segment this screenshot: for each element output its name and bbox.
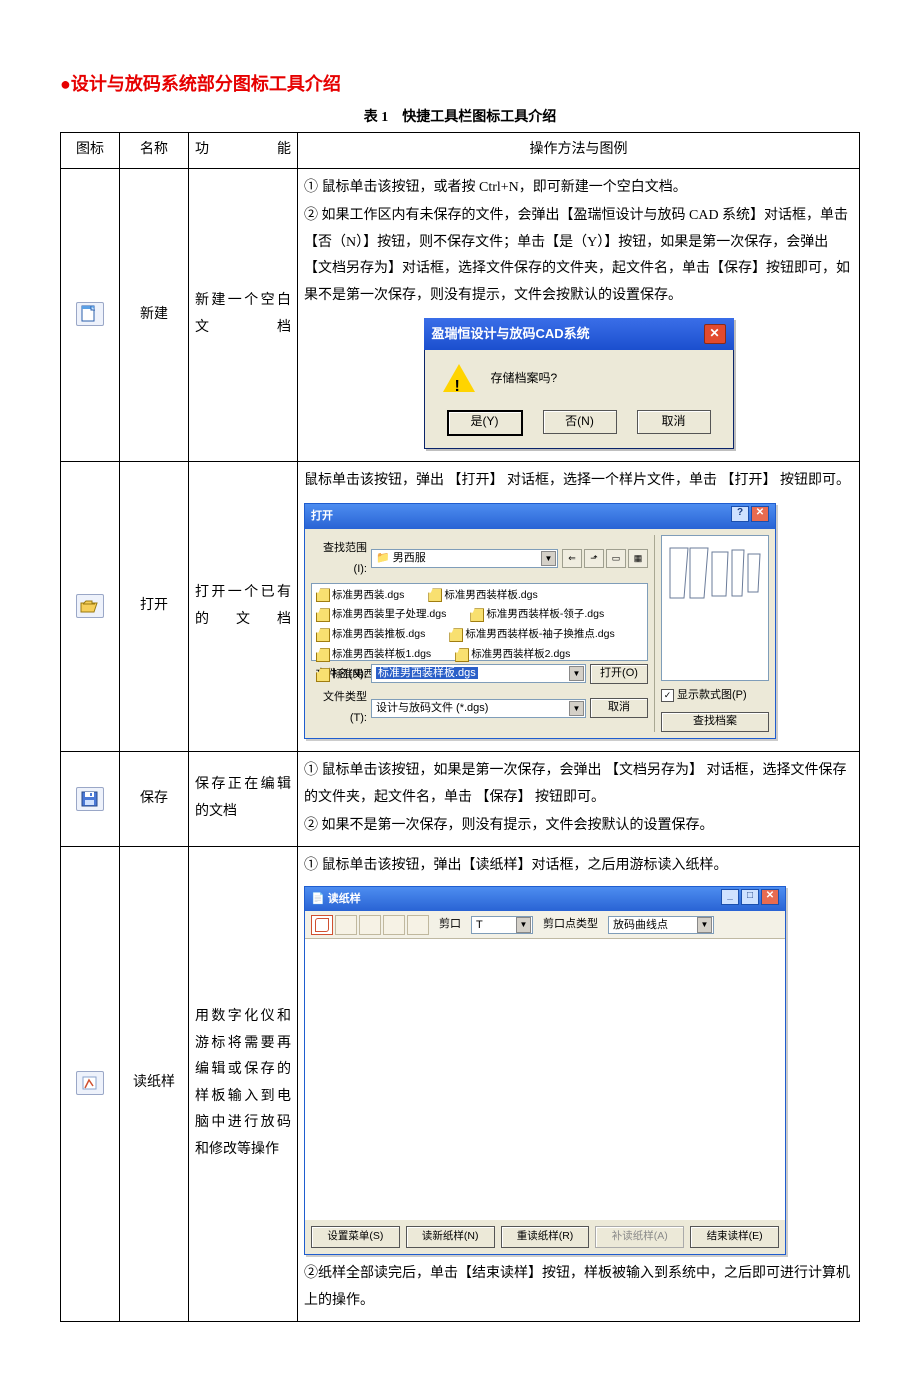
th-desc: 操作方法与图例: [298, 133, 860, 169]
dialog-message: 存储档案吗?: [491, 367, 558, 390]
tool-icon[interactable]: [311, 915, 333, 935]
row-func: 打开一个已有的文档: [189, 462, 298, 752]
finish-read-button[interactable]: 结束读样(E): [690, 1226, 779, 1248]
open-dialog: 打开 ? ✕ 查找范围(I): 📁 男西服 ⇐: [304, 503, 776, 739]
filename-combo[interactable]: 标准男西装样板.dgs: [371, 664, 586, 683]
yes-button[interactable]: 是(Y): [447, 410, 523, 436]
row-func: 新建一个空白文档: [189, 168, 298, 462]
row-desc: ① 鼠标单击该按钮，如果是第一次保存，会弹出 【文档另存为】 对话框，选择文件保…: [304, 758, 853, 811]
cancel-button[interactable]: 取消: [590, 698, 648, 718]
point-type-label: 剪口点类型: [543, 914, 598, 935]
tool-icon[interactable]: [407, 915, 429, 935]
file-list[interactable]: 标准男西装.dgs 标准男西装样板.dgs 标准男西装里子处理.dgs 标准男西…: [311, 583, 648, 661]
filetype-label: 文件类型(T):: [311, 687, 367, 729]
save-icon: [76, 787, 104, 811]
new-file-icon: [76, 302, 104, 326]
cut-combo[interactable]: T: [471, 916, 533, 934]
row-name: 打开: [120, 462, 189, 752]
pattern-canvas[interactable]: [305, 939, 785, 1220]
row-name: 保存: [120, 752, 189, 847]
row-name: 新建: [120, 168, 189, 462]
table-caption: 表 1 快捷工具栏图标工具介绍: [60, 106, 860, 126]
row-desc: ② 如果工作区内有未保存的文件，会弹出【盈瑞恒设计与放码 CAD 系统】对话框，…: [304, 203, 853, 309]
append-read-button: 补读纸样(A): [595, 1226, 684, 1248]
warning-icon: [443, 364, 475, 392]
look-in-label: 查找范围(I):: [311, 538, 367, 580]
dialog-title: 盈瑞恒设计与放码CAD系统: [432, 322, 590, 347]
preview-pane: [661, 535, 769, 682]
nav-newfolder-icon[interactable]: ▭: [606, 549, 626, 568]
cancel-button[interactable]: 取消: [637, 410, 711, 434]
row-func: 用数字化仪和游标将需要再编辑或保存的样板输入到电脑中进行放码和修改等操作: [189, 846, 298, 1321]
row-desc: 鼠标单击该按钮，弹出 【打开】 对话框，选择一个样片文件，单击 【打开】 按钮即…: [304, 468, 853, 495]
search-archive-button[interactable]: 查找档案: [661, 712, 769, 732]
th-name: 名称: [120, 133, 189, 169]
row-desc: ②纸样全部读完后，单击【结束读样】按钮，样板被输入到系统中，之后即可进行计算机上…: [304, 1261, 853, 1314]
settings-menu-button[interactable]: 设置菜单(S): [311, 1226, 400, 1248]
cut-label: 剪口: [439, 914, 461, 935]
open-button[interactable]: 打开(O): [590, 664, 648, 684]
point-type-combo[interactable]: 放码曲线点: [608, 916, 714, 934]
read-pattern-icon: [76, 1071, 104, 1095]
folder-combo[interactable]: 📁 男西服: [371, 549, 558, 568]
maximize-icon[interactable]: □: [741, 889, 759, 905]
show-preview-checkbox[interactable]: ✓显示款式图(P): [661, 685, 769, 706]
row-desc: ② 如果不是第一次保存，则没有提示，文件会按默认的设置保存。: [304, 813, 853, 840]
row-func: 保存正在编辑的文档: [189, 752, 298, 847]
close-icon[interactable]: ✕: [704, 324, 726, 344]
nav-up-icon[interactable]: ⬏: [584, 549, 604, 568]
save-confirm-dialog: 盈瑞恒设计与放码CAD系统 ✕ 存储档案吗? 是(Y) 否(N) 取消: [424, 318, 734, 450]
filetype-combo[interactable]: 设计与放码文件 (*.dgs): [371, 699, 586, 718]
no-button[interactable]: 否(N): [543, 410, 617, 434]
nav-back-icon[interactable]: ⇐: [562, 549, 582, 568]
row-name: 读纸样: [120, 846, 189, 1321]
th-icon: 图标: [61, 133, 120, 169]
row-desc: ① 鼠标单击该按钮，或者按 Ctrl+N，即可新建一个空白文档。: [304, 175, 853, 202]
page-heading: ●设计与放码系统部分图标工具介绍: [60, 70, 860, 96]
read-new-button[interactable]: 读新纸样(N): [406, 1226, 495, 1248]
tool-icon[interactable]: [383, 915, 405, 935]
read-pattern-dialog: 📄 读纸样 _ □ ✕: [304, 886, 786, 1256]
minimize-icon[interactable]: _: [721, 889, 739, 905]
reread-button[interactable]: 重读纸样(R): [501, 1226, 590, 1248]
tool-icon[interactable]: [335, 915, 357, 935]
open-file-icon: [76, 594, 104, 618]
tool-table: 图标 名称 功能 操作方法与图例 新建 新建一个空白文档 ① 鼠标单击该按钮，或…: [60, 132, 860, 1322]
dialog-title: 打开: [311, 506, 333, 527]
row-desc: ① 鼠标单击该按钮，弹出【读纸样】对话框，之后用游标读入纸样。: [304, 853, 853, 880]
close-icon[interactable]: ✕: [761, 889, 779, 905]
th-func: 功能: [189, 133, 298, 169]
tool-icon[interactable]: [359, 915, 381, 935]
close-icon[interactable]: ✕: [751, 506, 769, 522]
nav-views-icon[interactable]: ▦: [628, 549, 648, 568]
dialog-title: 📄 读纸样: [311, 889, 361, 910]
help-icon[interactable]: ?: [731, 506, 749, 522]
